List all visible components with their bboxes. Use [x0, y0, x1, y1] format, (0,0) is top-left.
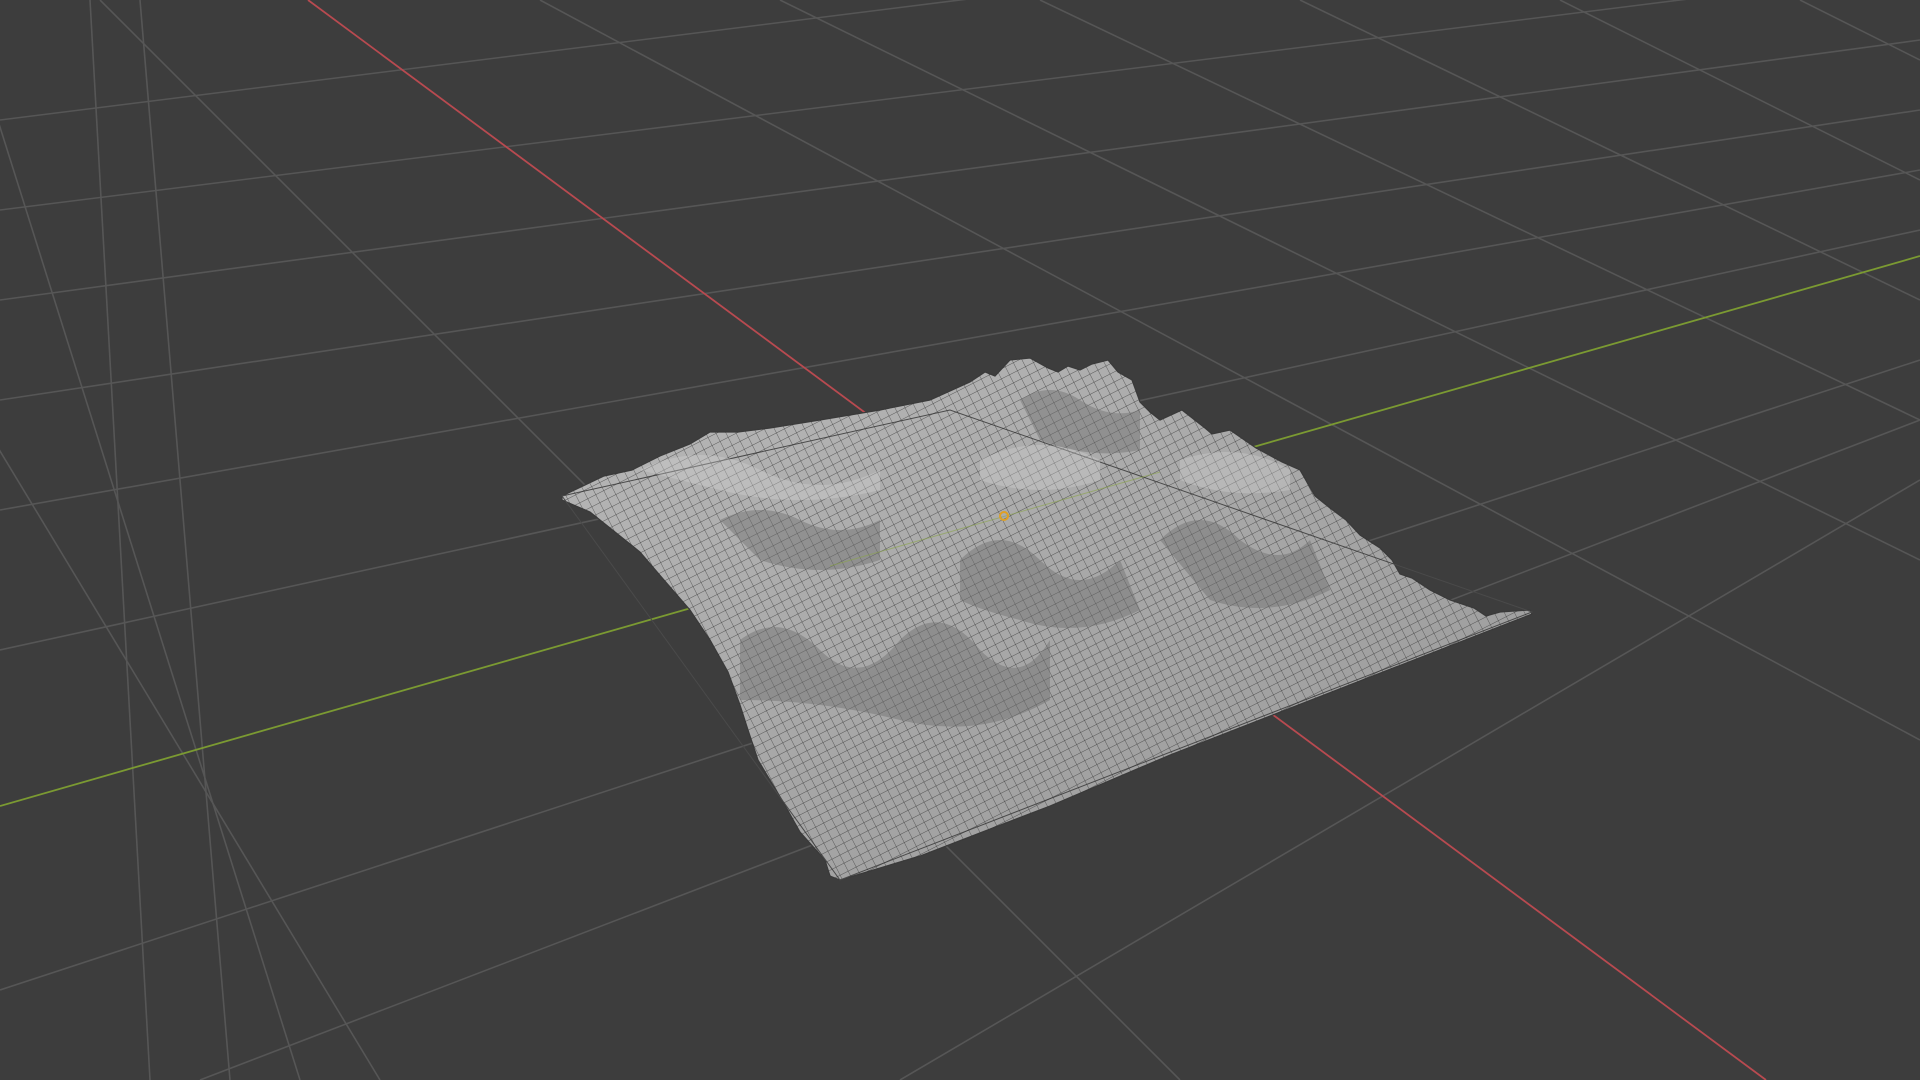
- grid-line: [0, 0, 967, 121]
- grid-line: [0, 124, 301, 1080]
- terrain-mesh[interactable]: [500, 340, 1600, 900]
- grid-line: [139, 0, 231, 1080]
- grid-line: [1559, 0, 1920, 181]
- viewport-3d[interactable]: [0, 0, 1920, 1080]
- grid-line: [0, 109, 1920, 401]
- grid-line: [0, 39, 1920, 301]
- viewport-canvas[interactable]: [0, 0, 1920, 1080]
- grid-line: [1799, 0, 1920, 61]
- grid-line: [1299, 0, 1920, 301]
- grid-line: [1039, 0, 1920, 421]
- grid-line: [0, 0, 1687, 211]
- grid-line: [89, 0, 151, 1080]
